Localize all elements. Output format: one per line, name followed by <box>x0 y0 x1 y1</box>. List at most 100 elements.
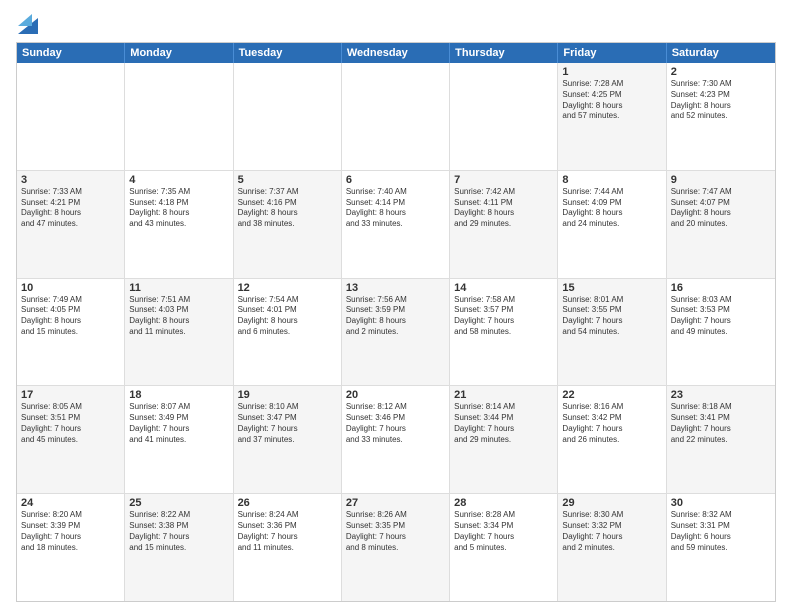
day-number: 24 <box>21 497 120 509</box>
day-info: Sunrise: 7:28 AM Sunset: 4:25 PM Dayligh… <box>562 79 661 122</box>
cal-cell: 12Sunrise: 7:54 AM Sunset: 4:01 PM Dayli… <box>234 279 342 386</box>
cal-cell: 30Sunrise: 8:32 AM Sunset: 3:31 PM Dayli… <box>667 494 775 601</box>
day-info: Sunrise: 8:20 AM Sunset: 3:39 PM Dayligh… <box>21 510 120 553</box>
header-cell-wednesday: Wednesday <box>342 43 450 63</box>
day-number: 28 <box>454 497 553 509</box>
cal-cell: 5Sunrise: 7:37 AM Sunset: 4:16 PM Daylig… <box>234 171 342 278</box>
logo <box>16 12 38 34</box>
day-number: 17 <box>21 389 120 401</box>
page: SundayMondayTuesdayWednesdayThursdayFrid… <box>0 0 792 612</box>
header-cell-thursday: Thursday <box>450 43 558 63</box>
cal-cell: 18Sunrise: 8:07 AM Sunset: 3:49 PM Dayli… <box>125 386 233 493</box>
day-number: 4 <box>129 174 228 186</box>
header-cell-sunday: Sunday <box>17 43 125 63</box>
logo-icon <box>18 10 38 34</box>
day-info: Sunrise: 7:49 AM Sunset: 4:05 PM Dayligh… <box>21 295 120 338</box>
header-cell-friday: Friday <box>558 43 666 63</box>
cal-cell <box>17 63 125 170</box>
cal-cell: 21Sunrise: 8:14 AM Sunset: 3:44 PM Dayli… <box>450 386 558 493</box>
day-number: 22 <box>562 389 661 401</box>
week-row-4: 24Sunrise: 8:20 AM Sunset: 3:39 PM Dayli… <box>17 494 775 601</box>
day-info: Sunrise: 7:30 AM Sunset: 4:23 PM Dayligh… <box>671 79 771 122</box>
cal-cell: 22Sunrise: 8:16 AM Sunset: 3:42 PM Dayli… <box>558 386 666 493</box>
day-info: Sunrise: 8:05 AM Sunset: 3:51 PM Dayligh… <box>21 402 120 445</box>
day-number: 21 <box>454 389 553 401</box>
cal-cell: 26Sunrise: 8:24 AM Sunset: 3:36 PM Dayli… <box>234 494 342 601</box>
day-info: Sunrise: 7:58 AM Sunset: 3:57 PM Dayligh… <box>454 295 553 338</box>
cal-cell: 16Sunrise: 8:03 AM Sunset: 3:53 PM Dayli… <box>667 279 775 386</box>
day-number: 9 <box>671 174 771 186</box>
day-info: Sunrise: 8:18 AM Sunset: 3:41 PM Dayligh… <box>671 402 771 445</box>
cal-cell: 10Sunrise: 7:49 AM Sunset: 4:05 PM Dayli… <box>17 279 125 386</box>
cal-cell: 27Sunrise: 8:26 AM Sunset: 3:35 PM Dayli… <box>342 494 450 601</box>
cal-cell: 20Sunrise: 8:12 AM Sunset: 3:46 PM Dayli… <box>342 386 450 493</box>
header <box>16 12 776 34</box>
cal-cell: 23Sunrise: 8:18 AM Sunset: 3:41 PM Dayli… <box>667 386 775 493</box>
day-number: 1 <box>562 66 661 78</box>
week-row-1: 3Sunrise: 7:33 AM Sunset: 4:21 PM Daylig… <box>17 171 775 279</box>
day-info: Sunrise: 7:47 AM Sunset: 4:07 PM Dayligh… <box>671 187 771 230</box>
day-number: 16 <box>671 282 771 294</box>
cal-cell: 14Sunrise: 7:58 AM Sunset: 3:57 PM Dayli… <box>450 279 558 386</box>
day-number: 6 <box>346 174 445 186</box>
day-number: 30 <box>671 497 771 509</box>
cal-cell <box>125 63 233 170</box>
day-info: Sunrise: 7:42 AM Sunset: 4:11 PM Dayligh… <box>454 187 553 230</box>
day-info: Sunrise: 8:03 AM Sunset: 3:53 PM Dayligh… <box>671 295 771 338</box>
day-info: Sunrise: 7:35 AM Sunset: 4:18 PM Dayligh… <box>129 187 228 230</box>
day-number: 7 <box>454 174 553 186</box>
day-info: Sunrise: 8:14 AM Sunset: 3:44 PM Dayligh… <box>454 402 553 445</box>
day-number: 13 <box>346 282 445 294</box>
cal-cell: 13Sunrise: 7:56 AM Sunset: 3:59 PM Dayli… <box>342 279 450 386</box>
cal-cell: 2Sunrise: 7:30 AM Sunset: 4:23 PM Daylig… <box>667 63 775 170</box>
cal-cell: 28Sunrise: 8:28 AM Sunset: 3:34 PM Dayli… <box>450 494 558 601</box>
day-number: 20 <box>346 389 445 401</box>
day-number: 23 <box>671 389 771 401</box>
calendar-body: 1Sunrise: 7:28 AM Sunset: 4:25 PM Daylig… <box>17 63 775 601</box>
day-info: Sunrise: 8:32 AM Sunset: 3:31 PM Dayligh… <box>671 510 771 553</box>
day-info: Sunrise: 7:56 AM Sunset: 3:59 PM Dayligh… <box>346 295 445 338</box>
day-info: Sunrise: 7:51 AM Sunset: 4:03 PM Dayligh… <box>129 295 228 338</box>
day-number: 12 <box>238 282 337 294</box>
day-number: 26 <box>238 497 337 509</box>
day-number: 29 <box>562 497 661 509</box>
day-info: Sunrise: 8:01 AM Sunset: 3:55 PM Dayligh… <box>562 295 661 338</box>
cal-cell: 17Sunrise: 8:05 AM Sunset: 3:51 PM Dayli… <box>17 386 125 493</box>
cal-cell: 3Sunrise: 7:33 AM Sunset: 4:21 PM Daylig… <box>17 171 125 278</box>
day-info: Sunrise: 8:07 AM Sunset: 3:49 PM Dayligh… <box>129 402 228 445</box>
day-number: 5 <box>238 174 337 186</box>
cal-cell: 7Sunrise: 7:42 AM Sunset: 4:11 PM Daylig… <box>450 171 558 278</box>
cal-cell <box>234 63 342 170</box>
day-number: 19 <box>238 389 337 401</box>
cal-cell <box>450 63 558 170</box>
day-number: 3 <box>21 174 120 186</box>
day-number: 14 <box>454 282 553 294</box>
header-cell-monday: Monday <box>125 43 233 63</box>
day-number: 8 <box>562 174 661 186</box>
day-number: 27 <box>346 497 445 509</box>
day-info: Sunrise: 8:30 AM Sunset: 3:32 PM Dayligh… <box>562 510 661 553</box>
header-cell-tuesday: Tuesday <box>234 43 342 63</box>
cal-cell: 19Sunrise: 8:10 AM Sunset: 3:47 PM Dayli… <box>234 386 342 493</box>
calendar-header: SundayMondayTuesdayWednesdayThursdayFrid… <box>17 43 775 63</box>
day-info: Sunrise: 7:37 AM Sunset: 4:16 PM Dayligh… <box>238 187 337 230</box>
day-info: Sunrise: 8:28 AM Sunset: 3:34 PM Dayligh… <box>454 510 553 553</box>
cal-cell: 25Sunrise: 8:22 AM Sunset: 3:38 PM Dayli… <box>125 494 233 601</box>
day-info: Sunrise: 7:44 AM Sunset: 4:09 PM Dayligh… <box>562 187 661 230</box>
day-number: 25 <box>129 497 228 509</box>
day-info: Sunrise: 7:33 AM Sunset: 4:21 PM Dayligh… <box>21 187 120 230</box>
day-info: Sunrise: 8:22 AM Sunset: 3:38 PM Dayligh… <box>129 510 228 553</box>
day-info: Sunrise: 8:24 AM Sunset: 3:36 PM Dayligh… <box>238 510 337 553</box>
header-cell-saturday: Saturday <box>667 43 775 63</box>
day-number: 11 <box>129 282 228 294</box>
day-info: Sunrise: 8:16 AM Sunset: 3:42 PM Dayligh… <box>562 402 661 445</box>
cal-cell: 4Sunrise: 7:35 AM Sunset: 4:18 PM Daylig… <box>125 171 233 278</box>
cal-cell: 11Sunrise: 7:51 AM Sunset: 4:03 PM Dayli… <box>125 279 233 386</box>
week-row-2: 10Sunrise: 7:49 AM Sunset: 4:05 PM Dayli… <box>17 279 775 387</box>
day-info: Sunrise: 7:40 AM Sunset: 4:14 PM Dayligh… <box>346 187 445 230</box>
day-number: 10 <box>21 282 120 294</box>
cal-cell: 9Sunrise: 7:47 AM Sunset: 4:07 PM Daylig… <box>667 171 775 278</box>
cal-cell: 6Sunrise: 7:40 AM Sunset: 4:14 PM Daylig… <box>342 171 450 278</box>
cal-cell: 15Sunrise: 8:01 AM Sunset: 3:55 PM Dayli… <box>558 279 666 386</box>
cal-cell: 29Sunrise: 8:30 AM Sunset: 3:32 PM Dayli… <box>558 494 666 601</box>
